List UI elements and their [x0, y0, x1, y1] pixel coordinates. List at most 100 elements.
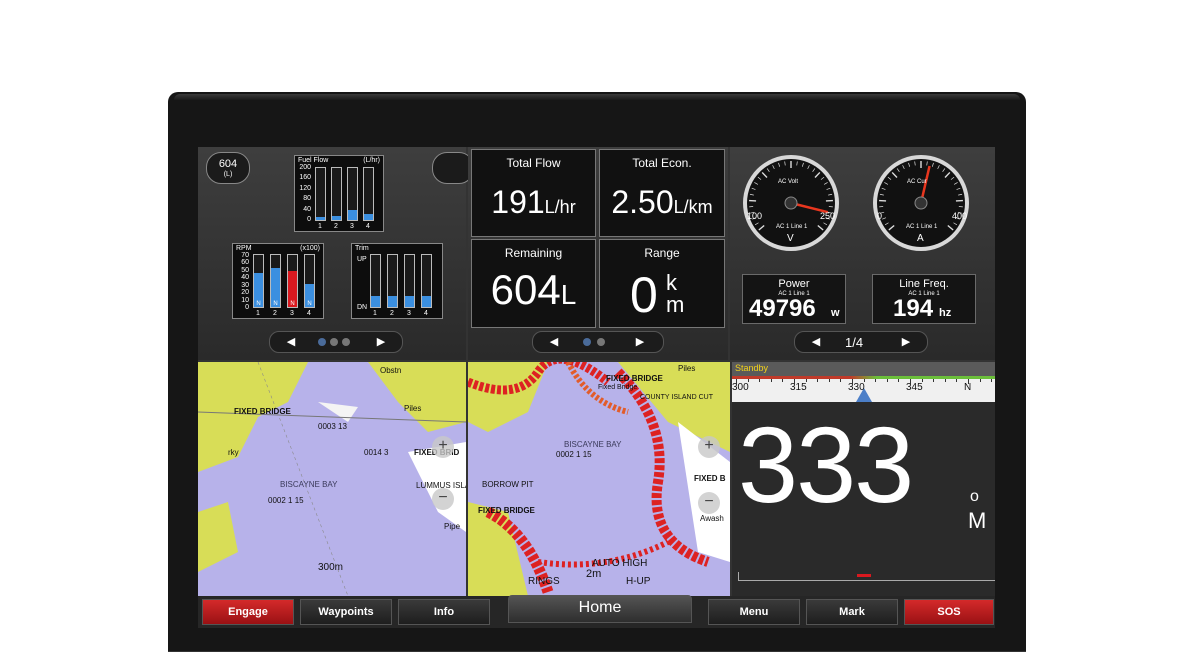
- map-label: Fixed Bridge: [598, 384, 637, 391]
- map-orientation: H-UP: [626, 576, 650, 587]
- tile-unit: L/hr: [545, 197, 576, 217]
- chart-map-left[interactable]: FIXED BRIDGE Piles rky Obstn BISCAYNE BA…: [198, 362, 466, 596]
- compass-tick: [771, 379, 772, 382]
- freq-unit: hz: [939, 307, 951, 319]
- menu-button[interactable]: Menu: [708, 599, 800, 625]
- compass-tick: [748, 379, 749, 382]
- range-tile[interactable]: Range 0 k m: [599, 239, 725, 328]
- map-label: Piles: [404, 404, 421, 413]
- pager-dot-active: [583, 338, 591, 346]
- fuel-tiles-panel: Total Flow 191L/hr Total Econ. 2.50L/km …: [468, 147, 728, 360]
- bar-label: 3: [290, 310, 294, 317]
- map-label: rky: [228, 448, 239, 457]
- sos-button[interactable]: SOS: [904, 599, 994, 625]
- freq-value: 194: [893, 295, 933, 323]
- right-pager: ◀ 1/4 ▶: [794, 331, 928, 353]
- bar-label: 1: [256, 310, 260, 317]
- tile-unit-bottom: m: [666, 292, 684, 318]
- tile-value: 0: [630, 266, 658, 324]
- compass-tick: [980, 379, 981, 382]
- axis-tick-label: 80: [295, 195, 311, 202]
- map-label: Pipe: [444, 522, 460, 531]
- axis-tick-label: 20: [233, 289, 249, 296]
- map-label: BISCAYNE BAY: [564, 440, 622, 449]
- map-label: FIXED BRIDGE: [478, 506, 535, 515]
- bar-slot: [363, 167, 374, 221]
- tile-unit: L/km: [674, 197, 713, 217]
- heading-value: 333: [738, 402, 912, 527]
- compass-tick: [956, 379, 957, 382]
- tile-value: 604L: [472, 266, 595, 314]
- zoom-in-button[interactable]: +: [432, 436, 454, 458]
- middle-pager: ◀ ▶: [532, 331, 664, 353]
- gear-label: N: [271, 301, 280, 307]
- compass-tick: [759, 379, 760, 382]
- bar-slot: N: [253, 254, 264, 308]
- total-econ-tile[interactable]: Total Econ. 2.50L/km: [599, 149, 725, 237]
- pager-prev-button[interactable]: ◀: [539, 332, 569, 352]
- pager-prev-button[interactable]: ◀: [801, 332, 831, 352]
- map-label: FIXED BRIDGE: [234, 407, 291, 416]
- axis-tick-label: 30: [233, 282, 249, 289]
- pager-dot: [330, 338, 338, 346]
- line-freq-box[interactable]: Line Freq. AC 1 Line 1 194 hz: [872, 274, 976, 324]
- trim-chart: Trim UP DN 1234: [351, 243, 443, 319]
- heading-unit-bottom: M: [968, 508, 986, 534]
- compass-tick: [898, 379, 899, 382]
- waypoints-button[interactable]: Waypoints: [300, 599, 392, 625]
- compass-tick-label: 315: [790, 382, 807, 393]
- zoom-in-button[interactable]: +: [698, 436, 720, 458]
- total-flow-tile[interactable]: Total Flow 191L/hr: [471, 149, 596, 237]
- zoom-out-button[interactable]: −: [432, 488, 454, 510]
- bar-slot: [347, 167, 358, 221]
- left-pager: ◀ ▶: [269, 331, 403, 353]
- tile-value: 191L/hr: [472, 184, 595, 221]
- pager-next-button[interactable]: ▶: [366, 332, 396, 352]
- remaining-tile[interactable]: Remaining 604L: [471, 239, 596, 328]
- home-button[interactable]: Home: [508, 595, 692, 623]
- amp-gauge-min: 0: [877, 211, 882, 221]
- map-label: 0003 13: [318, 422, 347, 431]
- fuel-flow-chart: Fuel Flow (L/hr) 200160120804001234: [294, 155, 384, 232]
- bar-slot: [370, 254, 381, 308]
- power-unit: w: [831, 307, 840, 319]
- compass-tick: [887, 379, 888, 382]
- axis-tick-label: 0: [233, 304, 249, 311]
- trim-dn-label: DN: [357, 304, 367, 311]
- compass-tick: [852, 379, 853, 384]
- bar-slot: [315, 167, 326, 221]
- axis-tick-label: 10: [233, 297, 249, 304]
- axis-tick-label: 60: [233, 259, 249, 266]
- tile-title: Remaining: [472, 246, 595, 260]
- compass-tick: [829, 379, 830, 382]
- bar-fill: [332, 216, 341, 220]
- engage-button[interactable]: Engage: [202, 599, 294, 625]
- power-box[interactable]: Power AC 1 Line 1 49796 w: [742, 274, 846, 324]
- rpm-title: RPM: [236, 245, 252, 252]
- amp-gauge-unit: A: [917, 233, 924, 244]
- axis-tick-label: 160: [295, 174, 311, 181]
- zoom-out-button[interactable]: −: [698, 492, 720, 514]
- map-label: COUNTY ISLAND CUT: [640, 394, 713, 401]
- map-land: [198, 362, 466, 596]
- compass-tick-label: 300: [732, 382, 749, 393]
- bar-label: 1: [373, 310, 377, 317]
- heading-compass-tape: 300315330345N: [732, 376, 995, 402]
- mark-button[interactable]: Mark: [806, 599, 898, 625]
- bar-fill: [371, 296, 380, 307]
- bar-slot: [387, 254, 398, 308]
- pager-prev-button[interactable]: ◀: [276, 332, 306, 352]
- autopilot-status: Standby: [735, 363, 768, 373]
- tile-value: 2.50L/km: [600, 184, 724, 221]
- volt-gauge-unit: V: [787, 233, 794, 244]
- pager-next-button[interactable]: ▶: [891, 332, 921, 352]
- chart-map-radar[interactable]: FIXED BRIDGE BISCAYNE BAY FIXED BRIDGE B…: [468, 362, 730, 596]
- info-button[interactable]: Info: [398, 599, 490, 625]
- bar-label: 2: [390, 310, 394, 317]
- bar-label: 3: [350, 223, 354, 230]
- pager-next-button[interactable]: ▶: [625, 332, 655, 352]
- axis-tick-label: 120: [295, 185, 311, 192]
- compass-tick: [968, 379, 969, 384]
- pager-position: 1/4: [845, 335, 863, 350]
- fuel-total-badge[interactable]: 604 (L): [206, 152, 250, 184]
